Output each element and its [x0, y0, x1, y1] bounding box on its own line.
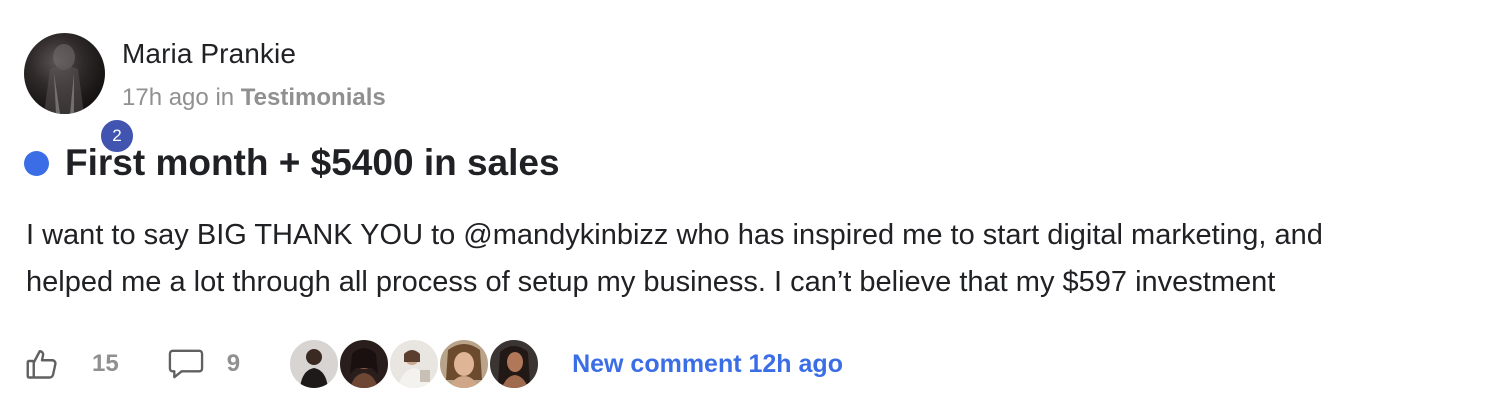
like-count: 15 [92, 350, 119, 377]
post-time: 17h ago [122, 84, 209, 111]
commenter-avatar[interactable] [288, 338, 341, 390]
recent-commenters [288, 338, 541, 390]
post-meta: 17h ago in Testimonials [122, 84, 386, 112]
commenter-avatar[interactable] [488, 338, 541, 390]
commenter-avatar[interactable] [388, 338, 441, 390]
comment-button[interactable]: 9 [167, 347, 240, 381]
category-link[interactable]: Testimonials [241, 84, 386, 111]
post-body-line: helped me a lot through all process of s… [26, 266, 1276, 298]
post-footer: 15 9 New comment 12h ago [24, 336, 843, 392]
thumbs-up-icon[interactable] [24, 346, 60, 382]
comment-count: 9 [226, 350, 241, 377]
unread-indicator [24, 150, 49, 176]
new-comment-link[interactable]: New comment 12h ago [572, 350, 843, 379]
author-name[interactable]: Maria Prankie [122, 38, 296, 70]
post-body[interactable]: I want to say BIG THANK YOU to @mandykin… [26, 212, 1476, 306]
avatar-photo [24, 33, 105, 114]
post-body-line: I want to say BIG THANK YOU to @mandykin… [26, 219, 1323, 251]
commenter-avatar[interactable] [338, 338, 391, 390]
like-button[interactable]: 15 [24, 346, 119, 382]
post-title-row[interactable]: First month + $5400 in sales [24, 140, 560, 186]
meta-in-word: in [215, 84, 235, 111]
commenter-avatar[interactable] [438, 338, 491, 390]
post-card[interactable]: 2 Maria Prankie 17h ago in Testimonials … [0, 0, 1502, 418]
post-title[interactable]: First month + $5400 in sales [65, 142, 560, 184]
author-avatar-container[interactable]: 2 [24, 33, 136, 155]
comment-bubble-icon[interactable] [167, 347, 205, 381]
avatar[interactable] [24, 33, 105, 114]
